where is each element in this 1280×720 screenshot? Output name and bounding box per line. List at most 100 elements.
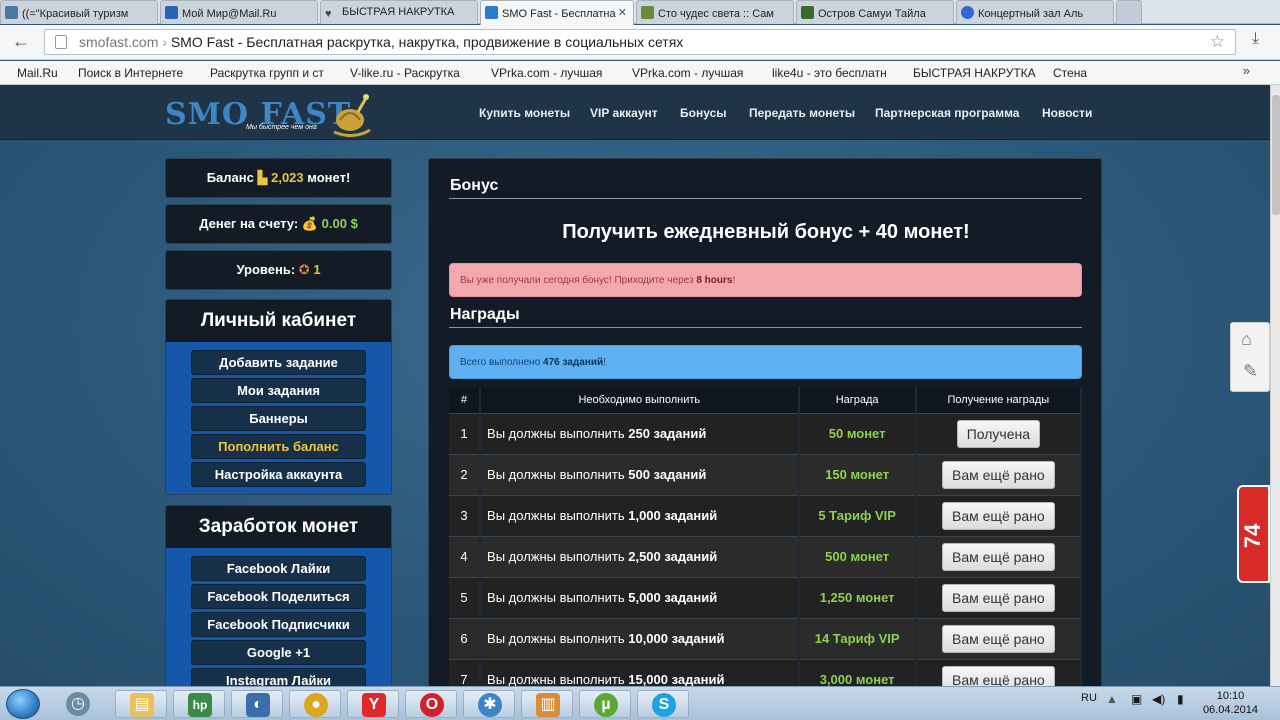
requirement-cell: Вы должны выполнить 15,000 заданий <box>480 658 800 686</box>
balance-box: Баланс ▙ 2,023 монет! <box>165 158 392 198</box>
browser-tab[interactable]: Мой Мир@Mail.Ru <box>160 0 318 24</box>
requirement-count: 500 заданий <box>628 467 707 482</box>
too-early-button[interactable]: Вам ещё рано <box>942 501 1055 530</box>
row-number: 5 <box>449 576 482 618</box>
explorer-icon[interactable]: ▤ <box>115 690 167 718</box>
tb-glyph: hp <box>188 693 212 717</box>
divider <box>449 327 1082 328</box>
bookmark-item[interactable]: like4u - это бесплатн <box>772 66 894 80</box>
photo-icon <box>641 6 654 19</box>
utorrent-icon[interactable]: µ <box>579 690 631 718</box>
language-indicator[interactable]: RU <box>1081 692 1097 704</box>
cabinet-panel: Личный кабинет Добавить задание Мои зада… <box>165 299 392 495</box>
bookmark-item[interactable]: Поиск в Интернете <box>78 66 196 80</box>
google-plus-one-button[interactable]: Google +1 <box>191 640 366 665</box>
bookmark-item[interactable]: VPrka.com - лучшая <box>491 66 613 80</box>
row-number: 4 <box>449 535 482 577</box>
start-button[interactable] <box>6 689 40 719</box>
tray-network-icon[interactable]: ▮ <box>1177 692 1184 706</box>
table-row: 6 Вы должны выполнить 10,000 заданий 14 … <box>449 617 1083 659</box>
too-early-button[interactable]: Вам ещё рано <box>942 665 1055 686</box>
column-header: Получение награды <box>915 387 1083 413</box>
column-header: Награда <box>798 387 917 413</box>
page-icon <box>55 35 67 49</box>
star-icon[interactable]: ☆ <box>1210 30 1225 54</box>
nav-partner-program[interactable]: Партнерская программа <box>875 106 1019 120</box>
bookmarks-more-button[interactable]: » <box>1243 63 1250 78</box>
browser-tab[interactable]: Остров Самуи Тайла <box>796 0 954 24</box>
chrome-icon[interactable]: ● <box>289 690 341 718</box>
too-early-button[interactable]: Вам ещё рано <box>942 542 1055 571</box>
top-up-balance-button[interactable]: Пополнить баланс <box>191 434 366 459</box>
tb-glyph: S <box>652 693 676 717</box>
tray-volume-icon[interactable]: ◀) <box>1152 692 1165 706</box>
action-cell: Вам ещё рано <box>915 617 1083 659</box>
close-tab-icon[interactable]: ✕ <box>618 6 627 19</box>
tray-arrow-icon[interactable]: ▲ <box>1106 692 1118 706</box>
bonus-panel: Бонус Получить ежедневный бонус + 40 мон… <box>428 158 1102 686</box>
tb-glyph: µ <box>594 693 618 717</box>
requirement-count: 1,000 заданий <box>628 508 718 523</box>
home-icon[interactable]: ⌂ <box>1241 329 1252 350</box>
opera-icon[interactable]: O <box>405 690 457 718</box>
system-clock[interactable]: 10:10 06.04.2014 <box>1203 689 1258 717</box>
money-label: Денег на счету: <box>199 216 299 231</box>
globe-icon <box>961 6 974 19</box>
nav-transfer-coins[interactable]: Передать монеты <box>749 106 855 120</box>
tb-glyph: ▥ <box>536 693 560 717</box>
side-counter-tab[interactable]: 74 <box>1237 485 1270 583</box>
safari-icon[interactable]: ✱ <box>463 690 515 718</box>
received-button[interactable]: Получена <box>956 419 1041 448</box>
yandex-icon[interactable]: Y <box>347 690 399 718</box>
skype-icon[interactable]: S <box>637 690 689 718</box>
scrollbar-thumb[interactable] <box>1272 95 1280 215</box>
reward-value: 14 Тариф VIP <box>798 617 917 659</box>
new-tab-button[interactable] <box>1116 0 1142 24</box>
bookmark-item[interactable]: VPrka.com - лучшая <box>632 66 754 80</box>
pencil-icon[interactable]: ✎ <box>1243 361 1258 382</box>
address-bar[interactable]: smofast.com › SMO Fast - Бесплатная раск… <box>44 29 1236 55</box>
facebook-subscribers-button[interactable]: Facebook Подписчики <box>191 612 366 637</box>
my-tasks-button[interactable]: Мои задания <box>191 378 366 403</box>
requirement-cell: Вы должны выполнить 2,500 заданий <box>480 535 800 577</box>
level-badge-icon: ✪ <box>298 262 310 277</box>
tray-device-icon[interactable]: ▣ <box>1131 692 1142 706</box>
network-icon[interactable]: ◐ <box>231 690 283 718</box>
facebook-share-button[interactable]: Facebook Поделиться <box>191 584 366 609</box>
task-manager-icon[interactable]: ◷ <box>52 690 104 718</box>
bookmark-item[interactable]: V-like.ru - Раскрутка <box>350 66 472 80</box>
browser-tab[interactable]: ♥ БЫСТРАЯ НАКРУТКА <box>320 0 478 24</box>
requirement-count: 2,500 заданий <box>628 549 718 564</box>
too-early-button[interactable]: Вам ещё рано <box>942 460 1055 489</box>
download-icon[interactable]: ⤓ <box>1252 30 1259 48</box>
back-arrow-icon[interactable]: ← <box>12 31 30 52</box>
instagram-likes-button[interactable]: Instagram Лайки <box>191 668 366 686</box>
bonus-alert: Вы уже получали сегодня бонус! Приходите… <box>449 263 1082 297</box>
bookmark-item[interactable]: Стена <box>1053 66 1113 80</box>
bookmark-item[interactable]: Раскрутка групп и ст <box>210 66 332 80</box>
bookmark-item[interactable]: БЫСТРАЯ НАКРУТКА <box>913 66 1037 80</box>
browser-tab-active[interactable]: SMO Fast - Бесплатна ✕ <box>480 0 634 25</box>
browser-tab[interactable]: ((="Красивый туризм <box>0 0 158 24</box>
browser-tab[interactable]: Сто чудес света :: Сам <box>636 0 794 24</box>
browser-tab-bar: ((="Красивый туризм Мой Мир@Mail.Ru ♥ БЫС… <box>0 0 1280 25</box>
banners-button[interactable]: Баннеры <box>191 406 366 431</box>
page-scrollbar[interactable] <box>1270 85 1280 686</box>
level-box: Уровень: ✪ 1 <box>165 250 392 290</box>
nav-news[interactable]: Новости <box>1042 106 1092 120</box>
nav-vip-account[interactable]: VIP аккаунт <box>590 106 658 120</box>
add-task-button[interactable]: Добавить задание <box>191 350 366 375</box>
tab-label: Остров Самуи Тайла <box>818 8 926 20</box>
divider <box>449 198 1082 199</box>
nav-buy-coins[interactable]: Купить монеты <box>479 106 570 120</box>
nav-bonuses[interactable]: Бонусы <box>680 106 727 120</box>
bookmark-item[interactable]: Mail.Ru <box>17 66 67 80</box>
heart-icon: ♥ <box>325 8 332 20</box>
facebook-likes-button[interactable]: Facebook Лайки <box>191 556 366 581</box>
too-early-button[interactable]: Вам ещё рано <box>942 583 1055 612</box>
too-early-button[interactable]: Вам ещё рано <box>942 624 1055 653</box>
folder-icon[interactable]: ▥ <box>521 690 573 718</box>
browser-tab[interactable]: Концертный зал Аль <box>956 0 1114 24</box>
hp-icon[interactable]: hp <box>173 690 225 718</box>
account-settings-button[interactable]: Настройка аккаунта <box>191 462 366 487</box>
